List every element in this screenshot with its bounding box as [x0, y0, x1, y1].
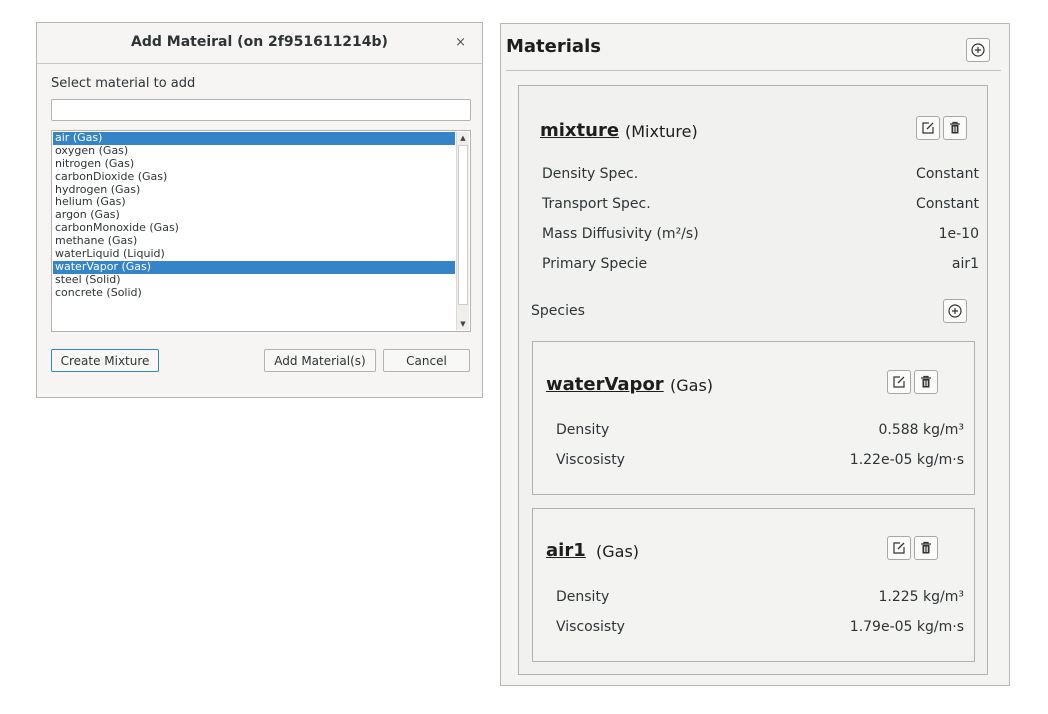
species-type: (Gas)	[670, 376, 714, 395]
panel-title: Materials	[506, 36, 601, 57]
scroll-thumb[interactable]	[458, 145, 468, 305]
trash-icon	[950, 121, 960, 134]
edit-species-button[interactable]	[887, 536, 911, 560]
prop-value-transport-spec: Constant	[916, 196, 979, 212]
prop-value-density: 1.225 kg/m³	[878, 589, 965, 605]
add-species-button[interactable]	[943, 299, 967, 323]
edit-icon	[893, 542, 905, 554]
material-filter-input[interactable]	[51, 99, 471, 121]
scroll-up-arrow-icon[interactable]: ▲	[457, 132, 469, 144]
species-section-label: Species	[531, 303, 585, 319]
material-list-item[interactable]: nitrogen (Gas)	[53, 157, 455, 171]
edit-icon	[893, 376, 905, 388]
material-list-item[interactable]: concrete (Solid)	[53, 286, 455, 300]
panel-divider	[506, 70, 1001, 71]
material-list-item[interactable]: steel (Solid)	[53, 273, 455, 287]
species-card-watervapor: waterVapor (Gas) Density 0.588 kg/m³ Vis…	[532, 341, 975, 495]
materials-panel: Materials mixture (Mixture) Density Spec…	[500, 23, 1010, 686]
prop-label-density-spec: Density Spec.	[542, 166, 639, 182]
prop-label-transport-spec: Transport Spec.	[542, 196, 651, 212]
add-materials-button[interactable]: Add Material(s)	[264, 349, 376, 372]
trash-icon	[921, 375, 931, 388]
material-list-item[interactable]: waterLiquid (Liquid)	[53, 247, 455, 261]
species-card-air1: air1 (Gas) Density 1.225 kg/m³ Viscosist…	[532, 508, 975, 662]
mixture-name-link[interactable]: mixture	[540, 120, 619, 141]
dialog-title: Add Mateiral (on 2f951611214b)	[131, 34, 388, 50]
prop-label-viscosity: Viscosisty	[556, 452, 625, 468]
trash-icon	[921, 541, 931, 554]
list-scrollbar[interactable]: ▲ ▼	[456, 132, 469, 330]
delete-mixture-button[interactable]	[943, 116, 967, 140]
material-list[interactable]: air (Gas) oxygen (Gas) nitrogen (Gas) carbo…	[53, 132, 455, 330]
delete-species-button[interactable]	[914, 536, 938, 560]
edit-icon	[922, 122, 934, 134]
plus-circle-icon	[971, 43, 985, 57]
add-material-button[interactable]	[966, 38, 990, 62]
select-material-label: Select material to add	[51, 76, 196, 91]
plus-circle-icon	[948, 304, 962, 318]
prop-label-primary-specie: Primary Specie	[542, 256, 648, 272]
prop-value-density: 0.588 kg/m³	[878, 422, 965, 438]
species-type: (Gas)	[596, 542, 640, 561]
edit-mixture-button[interactable]	[916, 116, 940, 140]
material-list-item[interactable]: oxygen (Gas)	[53, 144, 455, 158]
prop-value-viscosity: 1.79e-05 kg/m·s	[849, 619, 964, 635]
material-list-item[interactable]: waterVapor (Gas)	[53, 260, 455, 274]
edit-species-button[interactable]	[887, 370, 911, 394]
prop-value-density-spec: Constant	[916, 166, 979, 182]
add-material-dialog: Add Mateiral (on 2f951611214b) × Select …	[36, 22, 483, 398]
scroll-down-arrow-icon[interactable]: ▼	[457, 318, 469, 330]
prop-value-mass-diffusivity: 1e-10	[938, 226, 979, 242]
mixture-card: mixture (Mixture) Density Spec. Constant…	[518, 85, 988, 675]
prop-label-viscosity: Viscosisty	[556, 619, 625, 635]
material-listbox[interactable]: air (Gas) oxygen (Gas) nitrogen (Gas) carbo…	[51, 130, 471, 332]
species-name-link[interactable]: waterVapor	[546, 374, 664, 395]
close-icon[interactable]: ×	[455, 35, 466, 50]
prop-value-viscosity: 1.22e-05 kg/m·s	[849, 452, 964, 468]
dialog-titlebar[interactable]: Add Mateiral (on 2f951611214b) ×	[37, 23, 482, 64]
material-list-item[interactable]: air (Gas)	[53, 132, 455, 145]
prop-value-primary-specie: air1	[951, 256, 979, 272]
delete-species-button[interactable]	[914, 370, 938, 394]
material-list-item[interactable]: carbonDioxide (Gas)	[53, 170, 455, 184]
create-mixture-button[interactable]: Create Mixture	[51, 349, 159, 372]
cancel-button[interactable]: Cancel	[383, 349, 470, 372]
prop-label-mass-diffusivity: Mass Diffusivity (m²/s)	[542, 226, 699, 242]
prop-label-density: Density	[556, 422, 610, 438]
prop-label-density: Density	[556, 589, 610, 605]
species-name-link[interactable]: air1	[546, 540, 586, 561]
mixture-type: (Mixture)	[625, 122, 698, 141]
